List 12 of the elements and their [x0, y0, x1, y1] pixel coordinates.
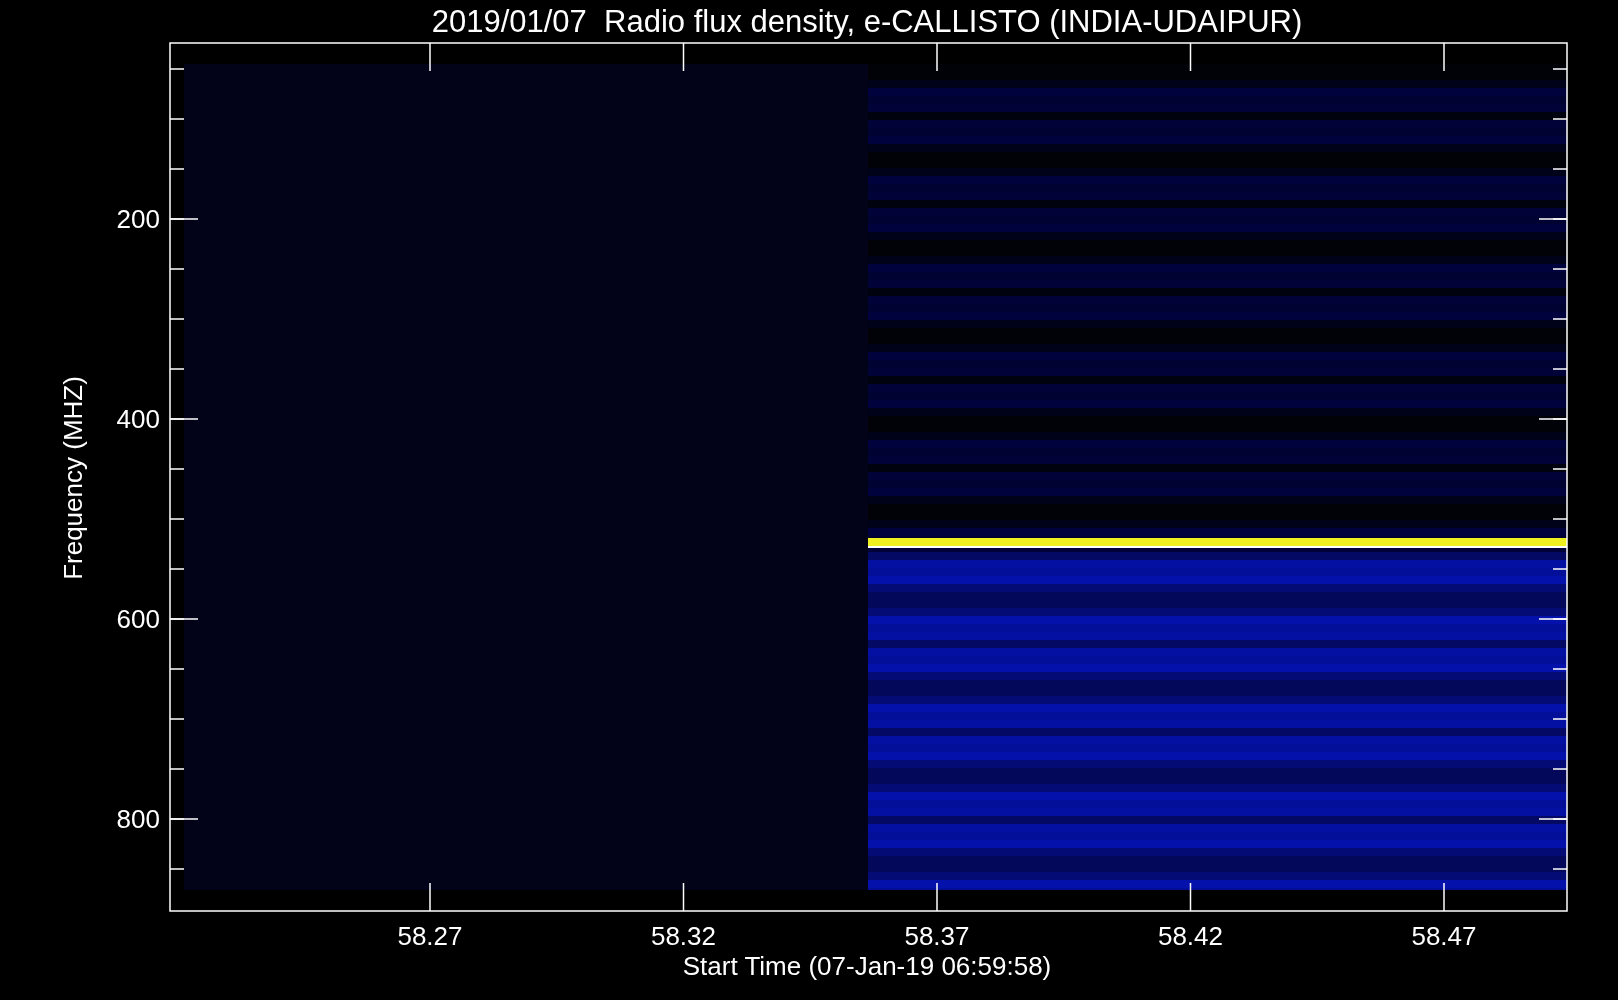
chart-title: 2019/01/07 Radio flux density, e-CALLISTO (INDIA-UDAIPUR)	[431, 4, 1303, 39]
tick-label: 58.27	[397, 921, 463, 951]
y-axis-label: Frequency (MHZ)	[58, 376, 88, 580]
tick-label: 200	[116, 204, 160, 234]
tick-label: 58.42	[1157, 921, 1224, 951]
tick-label: 800	[116, 804, 160, 834]
x-axis-label: Start Time (07-Jan-19 06:59:58)	[682, 951, 1052, 981]
tick-label: 600	[116, 604, 160, 634]
tick-label: 400	[116, 404, 160, 434]
tick-label: 58.47	[1411, 921, 1477, 951]
tick-label: 58.37	[904, 921, 970, 951]
tick-label: 58.32	[650, 921, 717, 951]
